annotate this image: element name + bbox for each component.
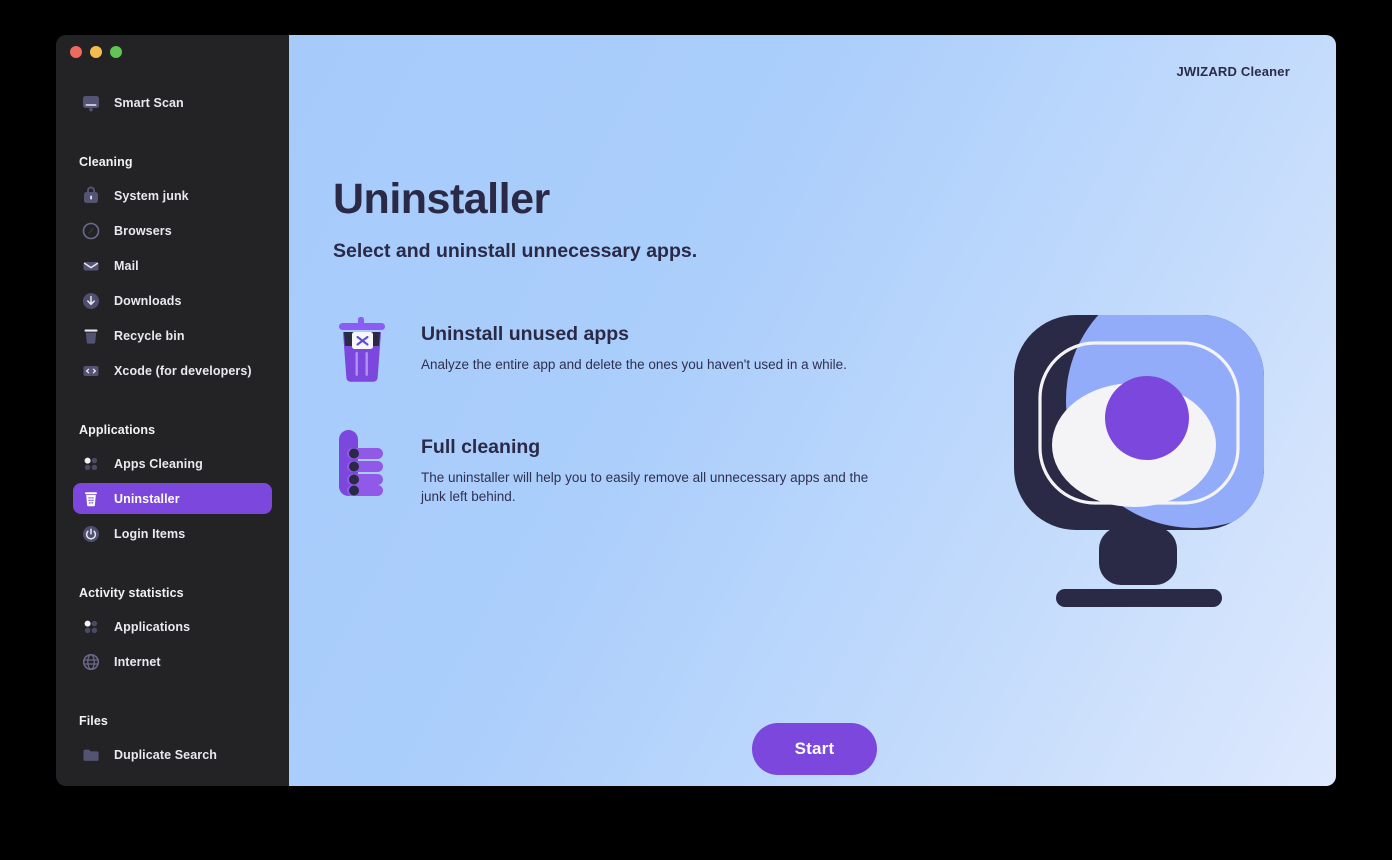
feature-full-cleaning: Full cleaning The uninstaller will help …: [333, 428, 903, 506]
main-content: JWIZARD Cleaner Uninstaller Select and u…: [289, 35, 1336, 786]
sidebar-item-login-items[interactable]: Login Items: [73, 518, 272, 549]
close-window-button[interactable]: [70, 46, 82, 58]
sidebar-group-title-activity-statistics: Activity statistics: [79, 586, 184, 600]
power-icon: [80, 523, 102, 545]
sidebar-item-internet[interactable]: Internet: [73, 646, 272, 677]
uninstall-trash-icon: [80, 488, 102, 510]
monitor-circles-illustration: [994, 305, 1284, 625]
globe-icon: [80, 651, 102, 673]
list-hand-icon: [333, 428, 391, 500]
sidebar-item-label: System junk: [114, 188, 189, 203]
four-dots-icon: [80, 453, 102, 475]
sidebar-item-label: Internet: [114, 654, 161, 669]
sidebar-item-apps-cleaning[interactable]: Apps Cleaning: [73, 448, 272, 479]
feature-description: Analyze the entire app and delete the on…: [421, 357, 847, 372]
feature-description: The uninstaller will help you to easily …: [421, 470, 869, 505]
feature-uninstall-unused-apps: Uninstall unused apps Analyze the entire…: [333, 315, 903, 387]
app-brand-label: JWIZARD Cleaner: [1176, 64, 1290, 79]
trash-x-icon: [333, 315, 391, 387]
sidebar-item-system-junk[interactable]: System junk: [73, 180, 272, 211]
sidebar-item-smart-scan[interactable]: Smart Scan: [73, 87, 272, 118]
sidebar-group-title-files: Files: [79, 714, 108, 728]
sidebar-group-title-cleaning: Cleaning: [79, 155, 133, 169]
feature-title: Full cleaning: [421, 436, 541, 458]
feature-title: Uninstall unused apps: [421, 323, 630, 345]
start-button[interactable]: Start: [752, 723, 877, 775]
sidebar: Smart Scan Cleaning System junk Browsers…: [56, 35, 289, 786]
sidebar-item-downloads[interactable]: Downloads: [73, 285, 272, 316]
sidebar-item-mail[interactable]: Mail: [73, 250, 272, 281]
sidebar-item-label: Recycle bin: [114, 328, 185, 343]
download-arrow-icon: [80, 290, 102, 312]
sidebar-item-label: Browsers: [114, 223, 172, 238]
envelope-icon: [80, 255, 102, 277]
sidebar-item-browsers[interactable]: Browsers: [73, 215, 272, 246]
monitor-icon: [80, 92, 102, 114]
app-window: Smart Scan Cleaning System junk Browsers…: [56, 35, 1336, 786]
folder-icon: [80, 744, 102, 766]
sidebar-item-applications-stats[interactable]: Applications: [73, 611, 272, 642]
maximize-window-button[interactable]: [110, 46, 122, 58]
sidebar-item-uninstaller[interactable]: Uninstaller: [73, 483, 272, 514]
sidebar-item-duplicate-search[interactable]: Duplicate Search: [73, 739, 272, 770]
sidebar-item-label: Mail: [114, 258, 139, 273]
page-subtitle: Select and uninstall unnecessary apps.: [333, 240, 698, 262]
code-brackets-icon: [80, 360, 102, 382]
sidebar-item-label: Apps Cleaning: [114, 456, 203, 471]
page-title: Uninstaller: [333, 175, 550, 223]
sidebar-item-label: Downloads: [114, 293, 182, 308]
sidebar-item-label: Smart Scan: [114, 95, 184, 110]
lock-bag-icon: [80, 185, 102, 207]
sidebar-item-label: Login Items: [114, 526, 186, 541]
sidebar-item-label: Xcode (for developers): [114, 363, 252, 378]
trash-bin-icon: [80, 325, 102, 347]
sidebar-item-recycle-bin[interactable]: Recycle bin: [73, 320, 272, 351]
browser-compass-icon: [80, 220, 102, 242]
minimize-window-button[interactable]: [90, 46, 102, 58]
four-dots-icon: [80, 616, 102, 638]
window-controls: [70, 46, 122, 58]
sidebar-item-label: Applications: [114, 619, 191, 634]
sidebar-nav: Smart Scan Cleaning System junk Browsers…: [56, 35, 289, 770]
sidebar-item-label: Uninstaller: [114, 491, 180, 506]
sidebar-item-label: Duplicate Search: [114, 747, 218, 762]
sidebar-item-xcode[interactable]: Xcode (for developers): [73, 355, 272, 386]
sidebar-group-title-applications: Applications: [79, 423, 156, 437]
